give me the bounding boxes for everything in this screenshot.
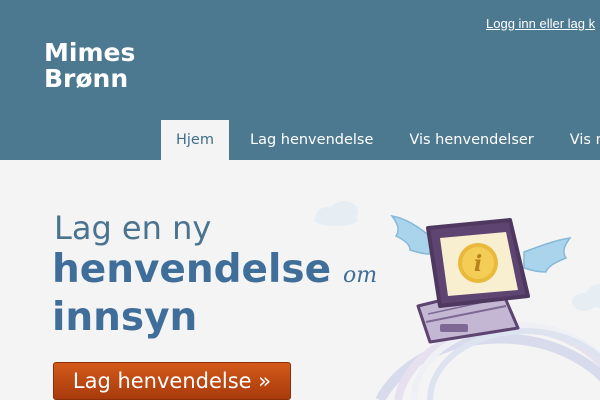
info-glyph: i xyxy=(474,251,482,277)
nav-tab-view-requests[interactable]: Vis henvendelser xyxy=(394,120,548,160)
create-request-button[interactable]: Lag henvendelse » xyxy=(53,362,291,400)
left-wing xyxy=(390,214,433,255)
main-nav: Hjem Lag henvendelse Vis henvendelser Vi… xyxy=(161,120,600,160)
hero-heading-keyword: henvendelse xyxy=(52,247,332,292)
info-icon: i xyxy=(458,243,498,283)
hero-heading-line-1: Lag en ny xyxy=(54,209,212,247)
cloud-left xyxy=(314,201,358,226)
nav-tab-create-request[interactable]: Lag henvendelse xyxy=(235,120,388,160)
nav-tab-home[interactable]: Hjem xyxy=(161,120,229,160)
logo-line-2: Brønn xyxy=(44,64,129,93)
cloud-right xyxy=(572,284,600,311)
right-wing xyxy=(523,237,572,273)
rainbow xyxy=(375,321,600,400)
login-link[interactable]: Logg inn eller lag k xyxy=(486,16,595,31)
laptop-illustration: i xyxy=(314,201,600,400)
hero-heading-line-3: innsyn xyxy=(52,295,198,340)
site-logo[interactable]: Mimes Brønn xyxy=(44,40,135,92)
logo-line-1: Mimes xyxy=(44,38,136,67)
nav-tab-view-more[interactable]: Vis m xyxy=(555,120,600,160)
